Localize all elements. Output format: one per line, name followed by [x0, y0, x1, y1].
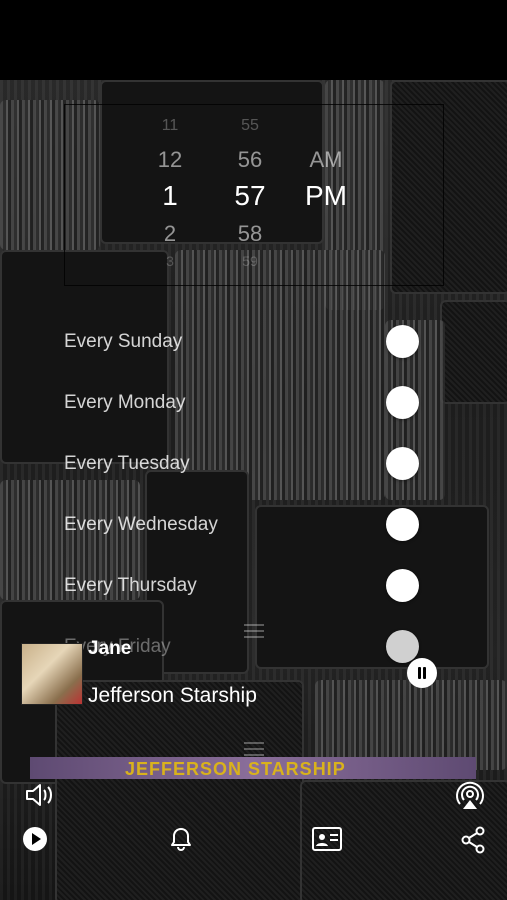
- hour-option[interactable]: 3: [145, 253, 195, 269]
- minute-option[interactable]: 56: [225, 147, 275, 173]
- period-option-selected[interactable]: PM: [301, 180, 351, 212]
- minute-wheel[interactable]: 55 56 57 58 59: [225, 105, 275, 285]
- track-artist: Jefferson Starship: [88, 684, 257, 707]
- contact-card-icon[interactable]: [311, 826, 343, 852]
- toggle-wednesday[interactable]: [386, 508, 419, 541]
- hour-option-selected[interactable]: 1: [145, 180, 195, 212]
- period-option[interactable]: AM: [301, 147, 351, 173]
- hour-option[interactable]: 12: [145, 147, 195, 173]
- minute-option[interactable]: 59: [225, 253, 275, 269]
- banner-text: JEFFERSON STARSHIP: [125, 759, 346, 779]
- day-label-sunday: Every Sunday: [64, 331, 183, 352]
- toggle-thursday[interactable]: [386, 569, 419, 602]
- share-icon[interactable]: [460, 826, 486, 854]
- drag-handle-icon[interactable]: [244, 742, 264, 756]
- pause-button[interactable]: [407, 658, 437, 688]
- track-title: Jane: [88, 638, 132, 659]
- toggle-tuesday[interactable]: [386, 447, 419, 480]
- period-wheel[interactable]: AM PM: [301, 105, 351, 285]
- hour-option[interactable]: 11: [145, 117, 195, 135]
- day-label-wednesday: Every Wednesday: [64, 514, 218, 535]
- toggle-sunday[interactable]: [386, 325, 419, 358]
- minute-option[interactable]: 58: [225, 221, 275, 247]
- toggle-monday[interactable]: [386, 386, 419, 419]
- airplay-icon[interactable]: [454, 780, 486, 812]
- day-label-thursday: Every Thursday: [64, 575, 197, 596]
- bell-icon[interactable]: [169, 826, 193, 852]
- toggle-friday[interactable]: [386, 630, 419, 663]
- day-label-tuesday: Every Tuesday: [64, 453, 190, 474]
- hour-option[interactable]: 2: [145, 221, 195, 247]
- hour-wheel[interactable]: 11 12 1 2 3: [145, 105, 195, 285]
- time-picker[interactable]: 11 12 1 2 3 55 56 57 58 59 AM PM: [64, 104, 444, 286]
- status-bar: [0, 0, 507, 80]
- day-label-monday: Every Monday: [64, 392, 186, 413]
- artist-banner: JEFFERSON STARSHIP: [30, 757, 476, 779]
- drag-handle-icon[interactable]: [244, 624, 264, 638]
- minute-option[interactable]: 55: [225, 117, 275, 135]
- album-art[interactable]: [21, 643, 83, 705]
- speaker-icon[interactable]: [24, 780, 56, 810]
- minute-option-selected[interactable]: 57: [225, 180, 275, 212]
- play-circle-icon[interactable]: [22, 826, 48, 852]
